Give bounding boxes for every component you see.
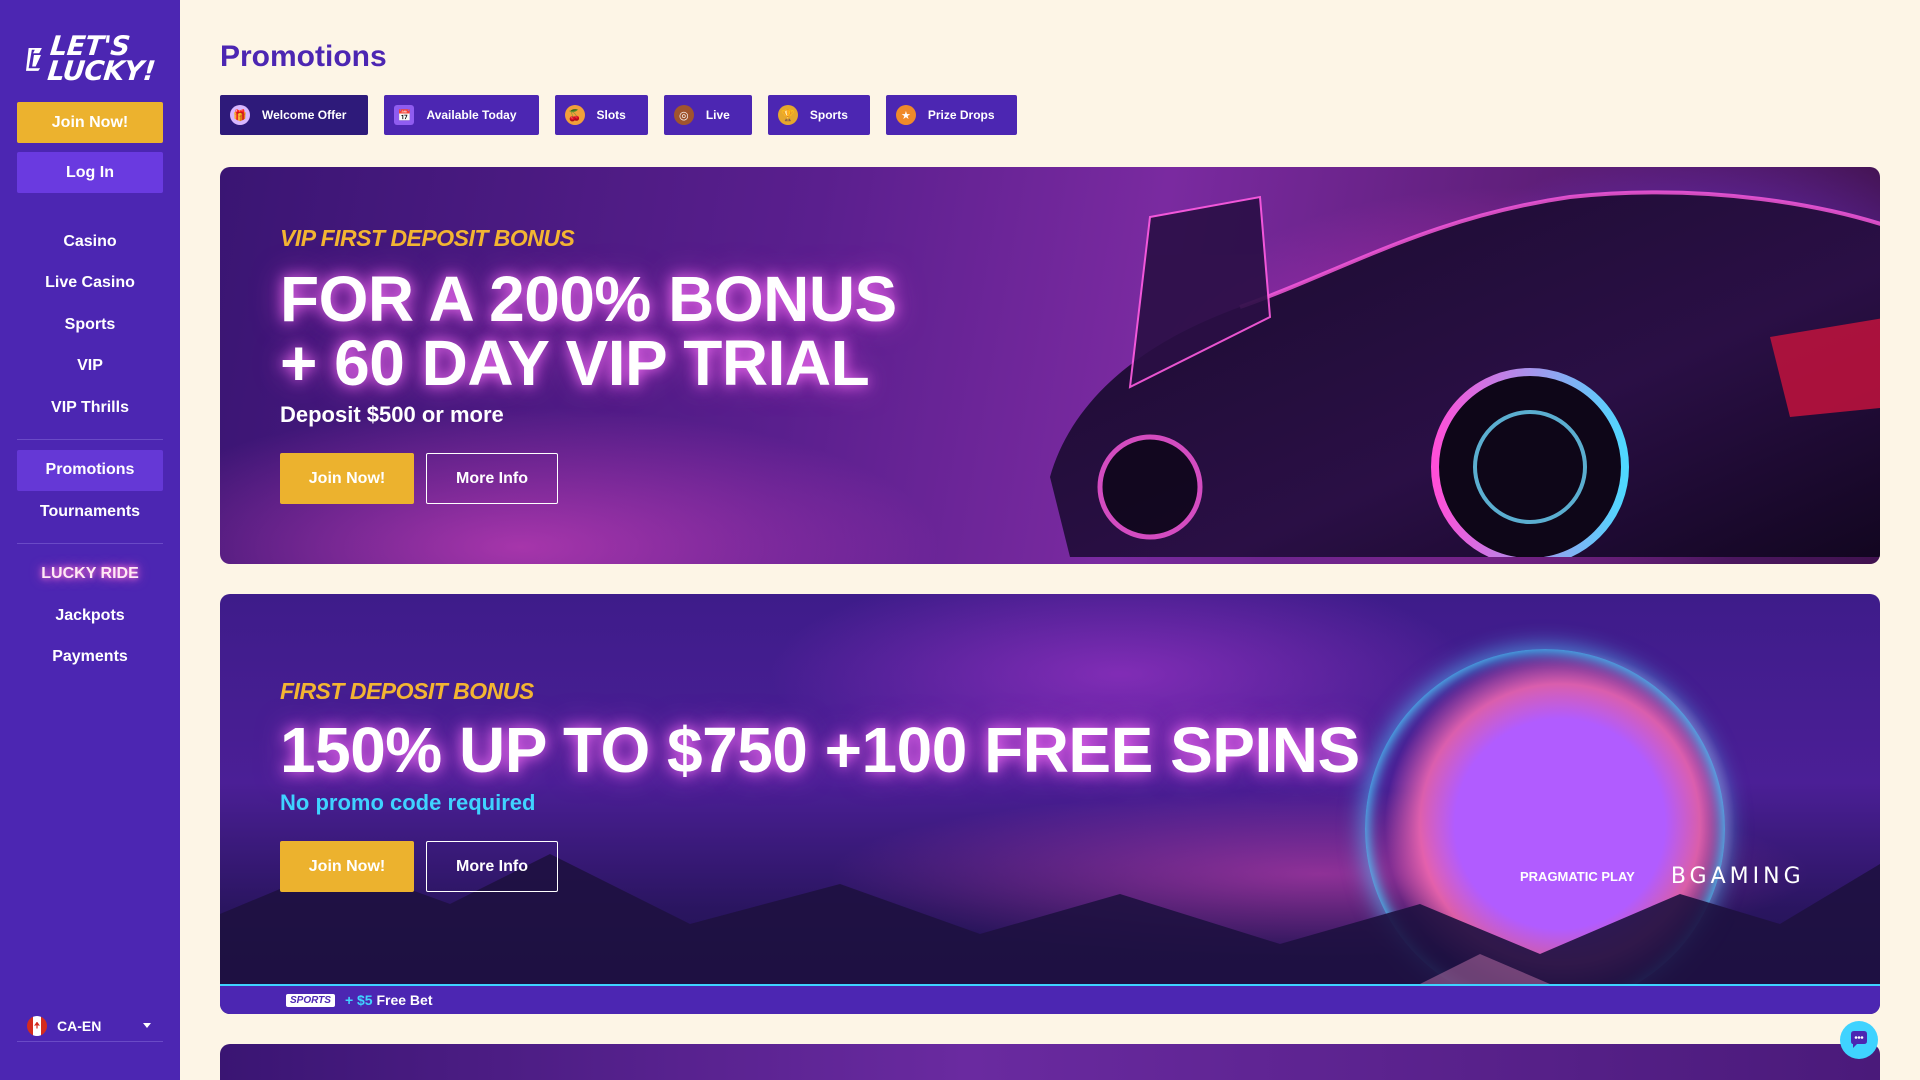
sidebar-item-jackpots[interactable]: Jackpots — [17, 595, 163, 637]
banner-more-info-button[interactable]: More Info — [426, 453, 558, 504]
banner-title-line2: + 60 DAY VIP TRIAL — [280, 327, 870, 399]
promo-banner-vip: VIP FIRST DEPOSIT BONUS FOR A 200% BONUS… — [220, 167, 1880, 564]
sidebar-item-vip[interactable]: VIP — [17, 346, 163, 388]
banner-subtitle: VIP FIRST DEPOSIT BONUS — [280, 225, 575, 251]
banner-description: No promo code required — [280, 790, 536, 815]
provider-name: PRAGMATIC PLAY — [1520, 869, 1635, 884]
roulette-icon: ◎ — [673, 105, 694, 125]
sidebar-join-button[interactable]: Join Now! — [17, 102, 163, 143]
sidebar-item-lucky-ride[interactable]: LUCKY RIDE — [17, 554, 163, 596]
chat-button[interactable] — [1840, 1021, 1878, 1059]
sidebar-divider — [17, 542, 163, 544]
banner-title-line1: FOR A 200% BONUS — [280, 263, 897, 335]
page-title: Promotions — [220, 40, 387, 73]
banner-title: 150% UP TO $750 +100 FREE SPINS — [280, 714, 1360, 786]
calendar-icon: 📅 — [394, 105, 415, 125]
chevron-down-icon — [143, 1023, 151, 1028]
provider-logos: PRAGMATIC PLAY BGAMING — [1520, 864, 1805, 889]
promo-tabs: 🎁 Welcome Offer 📅 Available Today 🍒 Slot… — [220, 95, 1017, 135]
sidebar-item-sports[interactable]: Sports — [17, 304, 163, 346]
banner-subtitle: FIRST DEPOSIT BONUS — [280, 678, 534, 704]
tab-prize-drops[interactable]: ★ Prize Drops — [885, 95, 1017, 135]
tab-sports[interactable]: 🏆 Sports — [767, 95, 870, 135]
tab-label: Live — [705, 108, 730, 122]
logo-mark-icon — [26, 47, 42, 71]
coin-icon: ★ — [895, 105, 916, 125]
sidebar: LET'S LUCKY! Join Now! Log In Casino Liv… — [0, 0, 180, 1080]
tab-label: Prize Drops — [927, 108, 995, 122]
promo-banner-first-deposit: FIRST DEPOSIT BONUS 150% UP TO $750 +100… — [220, 594, 1880, 1014]
sidebar-divider — [17, 438, 163, 440]
gift-icon: 🎁 — [230, 105, 250, 125]
tab-label: Sports — [809, 108, 848, 122]
sports-bonus-amount: + $5 — [344, 992, 373, 1008]
logo-text-line2: LUCKY! — [45, 56, 157, 87]
bgaming-logo: BGAMING — [1670, 864, 1805, 889]
banner-join-button[interactable]: Join Now! — [280, 841, 414, 892]
brand-logo[interactable]: LET'S LUCKY! — [26, 30, 156, 88]
pragmatic-play-logo: PRAGMATIC PLAY — [1520, 869, 1635, 884]
banner-title: FOR A 200% BONUS + 60 DAY VIP TRIAL — [280, 267, 897, 395]
sports-car-image — [1050, 190, 1880, 557]
sidebar-item-tournaments[interactable]: Tournaments — [17, 491, 163, 533]
sidebar-item-promotions[interactable]: Promotions — [17, 449, 163, 491]
tab-slots[interactable]: 🍒 Slots — [554, 95, 648, 135]
sports-logo: SPORTS — [286, 993, 335, 1007]
promo-banner-partial — [220, 1044, 1880, 1080]
tab-label: Available Today — [426, 108, 517, 122]
logo-text: LET'S LUCKY! — [45, 31, 159, 87]
canada-flag-icon — [27, 1015, 47, 1036]
cherry-icon: 🍒 — [564, 105, 585, 125]
sidebar-login-button[interactable]: Log In — [17, 152, 163, 193]
sidebar-item-casino[interactable]: Casino — [17, 221, 163, 263]
sports-bonus-bar[interactable]: SPORTS + $5 Free Bet — [220, 984, 1880, 1014]
tab-available-today[interactable]: 📅 Available Today — [384, 95, 539, 135]
locale-label: CA-EN — [57, 1017, 102, 1034]
locale-selector[interactable]: CA-EN — [17, 1010, 163, 1042]
sports-bonus-label: Free Bet — [376, 992, 433, 1008]
trophy-icon: 🏆 — [777, 105, 798, 125]
banner-join-button[interactable]: Join Now! — [280, 453, 414, 504]
tab-label: Welcome Offer — [262, 108, 347, 122]
tab-label: Slots — [596, 108, 626, 122]
tab-live[interactable]: ◎ Live — [663, 95, 752, 135]
sidebar-item-vip-thrills[interactable]: VIP Thrills — [17, 387, 163, 429]
chat-icon — [1851, 1031, 1867, 1048]
tab-welcome-offer[interactable]: 🎁 Welcome Offer — [220, 95, 369, 135]
banner-more-info-button[interactable]: More Info — [426, 841, 558, 892]
sidebar-item-live-casino[interactable]: Live Casino — [17, 263, 163, 305]
mountains-image — [220, 854, 1880, 984]
banner-description: Deposit $500 or more — [280, 402, 504, 427]
sidebar-item-payments[interactable]: Payments — [17, 637, 163, 679]
sports-bonus-text: + $5 Free Bet — [345, 992, 433, 1008]
sidebar-nav: Casino Live Casino Sports VIP VIP Thrill… — [17, 221, 163, 678]
